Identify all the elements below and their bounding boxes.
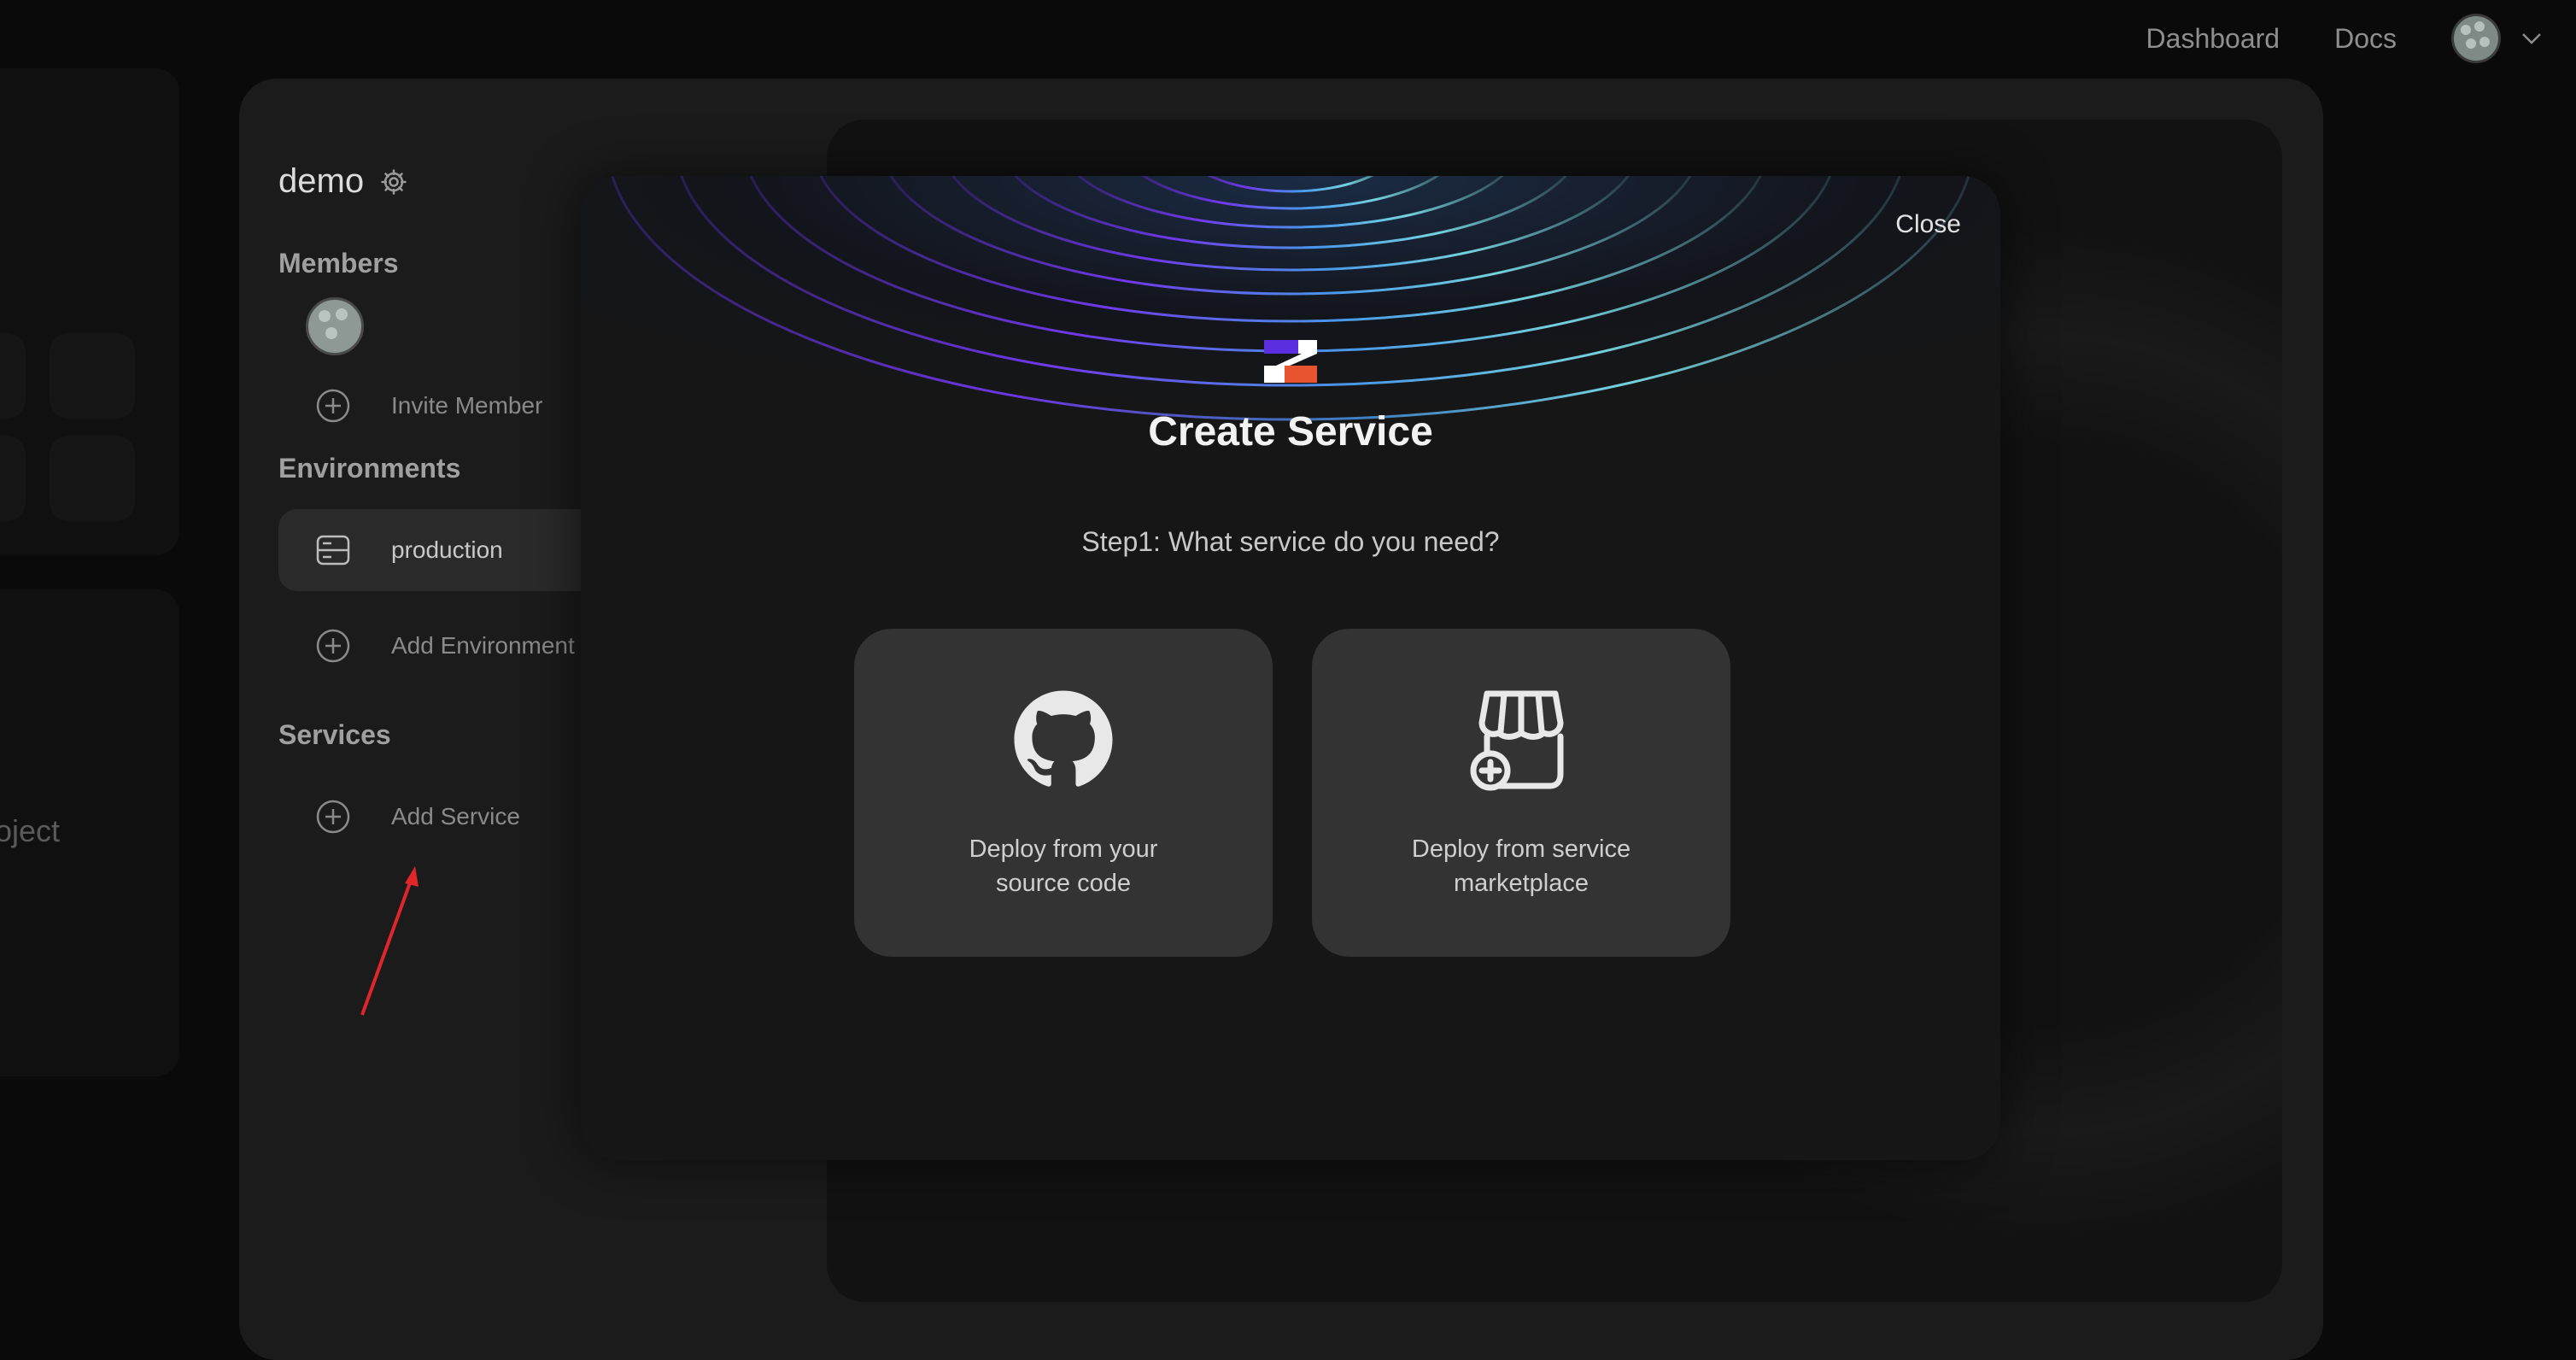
deploy-from-marketplace-option[interactable]: Deploy from service marketplace — [1312, 629, 1730, 957]
invite-member-button[interactable]: Invite Member — [278, 387, 542, 425]
plus-circle-icon — [316, 389, 350, 423]
user-menu-button[interactable] — [2451, 14, 2542, 63]
project-name: demo — [278, 162, 365, 200]
plus-circle-icon — [316, 800, 350, 834]
environments-heading: Environments — [278, 453, 461, 484]
github-icon — [1014, 690, 1113, 787]
deploy-from-marketplace-label: Deploy from service marketplace — [1411, 835, 1631, 897]
add-environment-button[interactable]: Add Environment — [278, 627, 575, 665]
project-title: demo — [278, 162, 408, 201]
members-heading: Members — [278, 248, 399, 278]
chevron-down-icon — [2522, 33, 2541, 44]
marketplace-icon — [1470, 690, 1564, 791]
environment-label: production — [391, 536, 503, 563]
background-card — [0, 68, 179, 555]
add-service-label: Add Service — [391, 803, 520, 829]
step-prompt: Step1: What service do you need? — [1081, 526, 1500, 557]
create-service-modal: Close Create Service Step1: What service… — [581, 176, 2000, 1160]
close-button[interactable]: Close — [1895, 210, 1961, 239]
services-heading: Services — [278, 719, 391, 750]
background-project-text: oject — [0, 813, 61, 848]
invite-member-label: Invite Member — [391, 392, 543, 419]
add-environment-label: Add Environment — [391, 632, 575, 659]
add-service-button[interactable]: Add Service — [278, 798, 520, 835]
deploy-from-source-label: Deploy from your source code — [969, 835, 1158, 897]
server-icon — [316, 535, 350, 566]
top-nav: Dashboard Docs — [2146, 0, 2576, 77]
modal-title: Create Service — [1148, 409, 1433, 454]
user-avatar — [2451, 14, 2501, 63]
nav-dashboard-link[interactable]: Dashboard — [2146, 23, 2280, 55]
member-avatar[interactable] — [306, 297, 364, 355]
plus-circle-icon — [316, 629, 350, 663]
annotation-arrow-icon — [360, 866, 419, 1016]
nav-docs-link[interactable]: Docs — [2334, 23, 2397, 55]
zeabur-logo-icon — [1264, 340, 1317, 383]
gear-icon[interactable] — [379, 167, 408, 196]
deploy-from-source-option[interactable]: Deploy from your source code — [854, 629, 1273, 957]
